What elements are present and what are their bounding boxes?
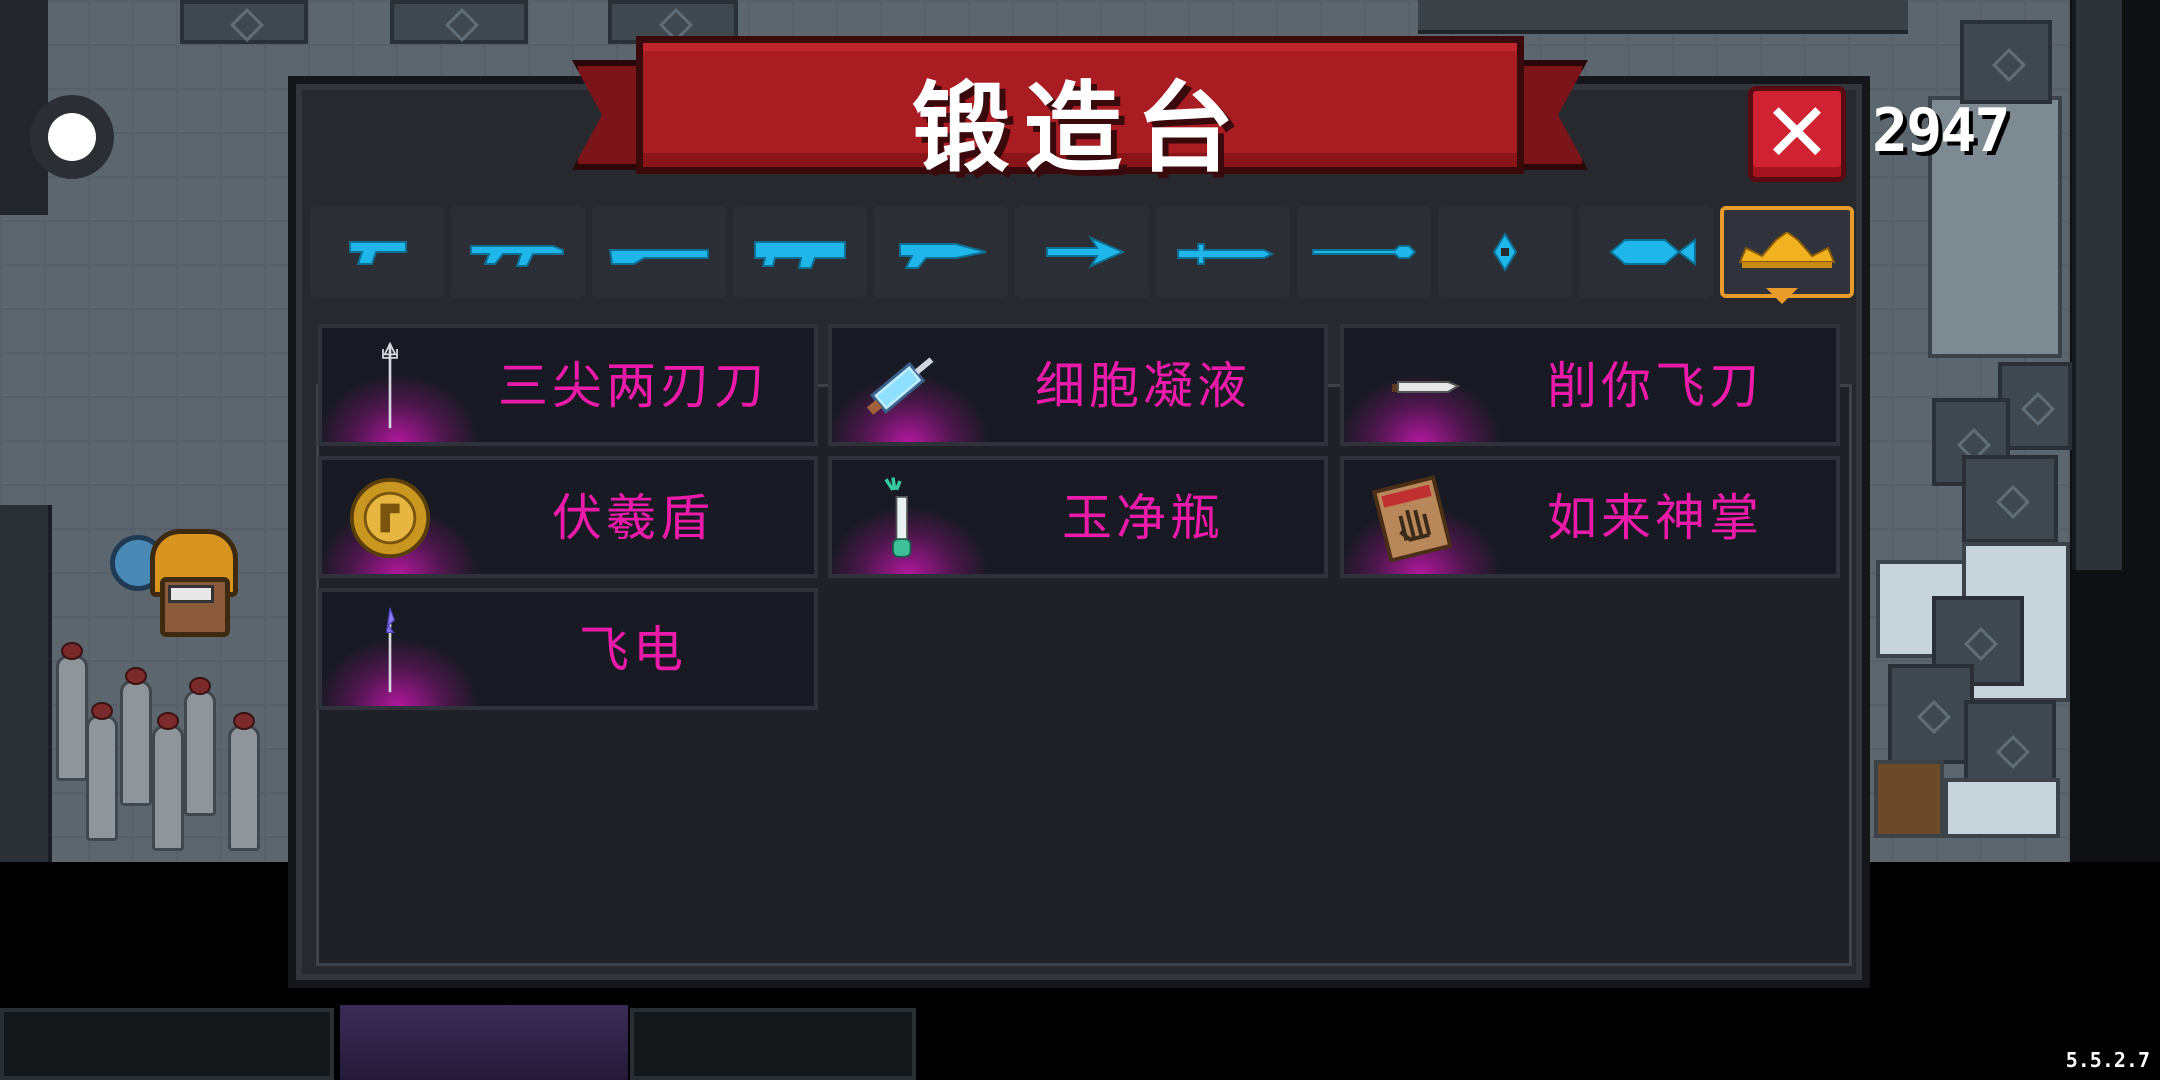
right-wall-pillar [2072,0,2122,570]
item-name: 细胞凝液 [1035,357,1251,415]
tab-pistol[interactable] [310,206,444,298]
pistol-icon [349,241,407,265]
item-icon [850,474,950,562]
tab-throwing[interactable] [1438,206,1572,298]
item-name: 飞电 [579,621,687,679]
item-name: 玉净瓶 [1062,489,1224,547]
left-wall-lower [0,505,52,862]
item-icon [1362,342,1462,430]
tab-misc[interactable] [1579,206,1713,298]
crate [390,0,528,44]
top-wall-ledge [1418,0,1908,34]
item-card[interactable]: 飞电 [318,588,818,710]
gas-tank [120,667,152,806]
item-icon [340,342,440,430]
item-card[interactable]: 玉净瓶 [828,456,1328,578]
crate [1962,455,2058,543]
item-card[interactable]: 如来神掌 [1340,456,1840,578]
selected-tab-indicator [1766,288,1798,304]
gem-counter: 2947 [1872,96,2010,166]
close-button[interactable]: ✕ [1748,86,1846,182]
item-name: 削你飞刀 [1547,357,1763,415]
crate [1888,664,1974,764]
character-goggles [168,585,214,603]
gas-tank [228,712,260,851]
knife-icon [1366,381,1461,393]
machine-base [1944,778,2060,838]
weapon-category-tabs [310,206,1854,298]
bow-icon [1046,235,1126,269]
doorway-portal [340,1005,628,1080]
syringe-icon [866,357,934,415]
spear-icon [1312,245,1417,259]
shuriken-icon [1492,232,1518,272]
jade-vase-icon [884,477,912,558]
item-card[interactable]: 削你飞刀 [1340,324,1840,446]
crate [1960,20,2052,104]
tab-shotgun[interactable] [592,206,726,298]
tab-rifle[interactable] [451,206,585,298]
item-card[interactable]: 伏羲盾 [318,456,818,578]
launcher-icon [754,241,846,269]
item-card[interactable]: 细胞凝液 [828,324,1328,446]
item-icon [850,342,950,430]
sword-icon [1177,243,1275,265]
item-icon [340,474,440,562]
item-name: 三尖两刃刀 [498,357,768,415]
gas-tank [152,712,184,851]
tab-legendary[interactable] [1720,206,1854,298]
barrel [1874,760,1944,838]
item-icon [1362,474,1462,562]
bottom-wall-block [630,1008,916,1080]
forge-title: 锻造台 [911,72,1248,186]
crate [180,0,308,44]
tab-spear[interactable] [1297,206,1431,298]
fish-icon [1609,238,1696,266]
lightning-spear-icon [385,607,396,693]
trident-icon [382,342,398,429]
laser-gun-icon [899,243,987,269]
gas-tank [184,677,216,816]
gas-tank [86,702,118,841]
bottom-wall-block [0,1008,334,1080]
tab-launcher[interactable] [733,206,867,298]
rifle-icon [470,245,564,267]
crown-icon [1738,232,1836,268]
tab-bow[interactable] [1015,206,1149,298]
item-card[interactable]: 三尖两刃刀 [318,324,818,446]
player-character [110,525,238,645]
tab-sword[interactable] [1156,206,1290,298]
tab-laser[interactable] [874,206,1008,298]
scroll-book-icon [1371,475,1453,562]
shotgun-icon [608,249,709,265]
item-name: 如来神掌 [1547,489,1763,547]
item-name: 伏羲盾 [552,489,714,547]
close-icon: ✕ [1762,86,1832,181]
version-label: 5.5.2.7 [2065,1048,2150,1072]
title-ribbon: 锻造台 [636,36,1524,186]
item-icon [340,606,440,694]
gas-tank [56,642,88,781]
gold-shield-icon [349,477,431,559]
joystick-button[interactable] [30,95,114,179]
